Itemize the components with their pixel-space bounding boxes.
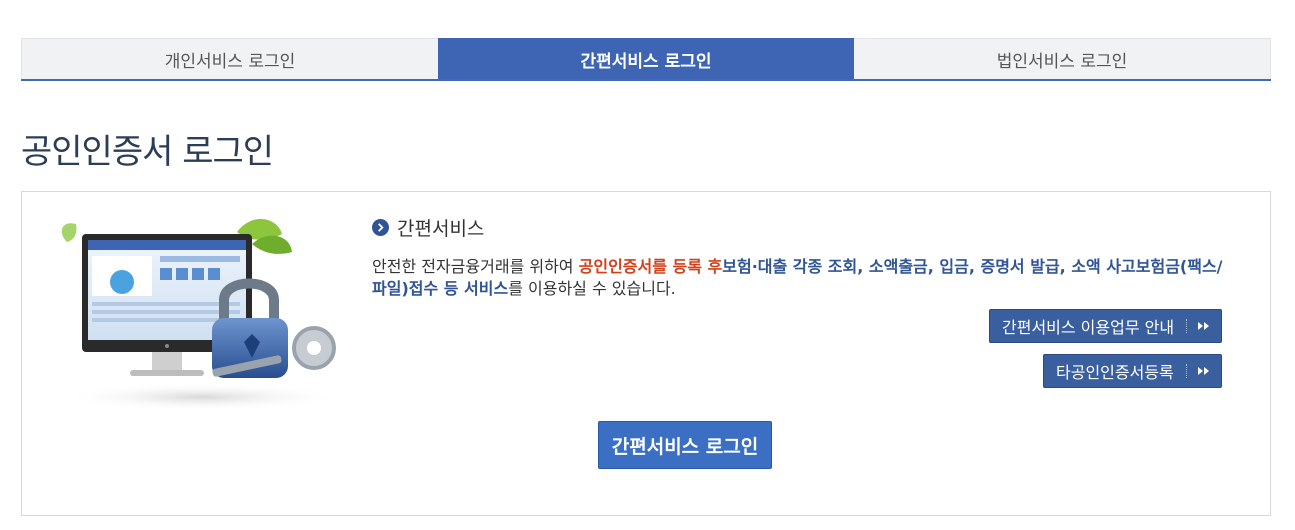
- service-guide-button[interactable]: 간편서비스 이용업무 안내: [989, 309, 1223, 343]
- login-panel: 간편서비스 안전한 전자금융거래를 위하여 공인인증서를 등록 후보험·대출 각…: [21, 191, 1271, 516]
- service-description: 안전한 전자금융거래를 위하여 공인인증서를 등록 후보험·대출 각종 조회, …: [372, 256, 1232, 300]
- chevron-circle-right-icon: [372, 219, 389, 236]
- padlock-monitor-illustration: [61, 219, 342, 411]
- page-title: 공인인증서 로그인: [21, 132, 274, 172]
- register-certificate-label: 타공인인증서등록: [1056, 363, 1174, 382]
- section-title: 간편서비스: [397, 218, 485, 240]
- double-arrow-right-icon: [1198, 322, 1210, 330]
- desc-text: 안전한 전자금융거래를 위하여: [372, 257, 579, 276]
- tab-personal-login[interactable]: 개인서비스 로그인: [21, 38, 438, 79]
- button-divider: [1186, 319, 1188, 333]
- service-guide-label: 간편서비스 이용업무 안내: [1002, 318, 1175, 337]
- tab-corporate-login[interactable]: 법인서비스 로그인: [854, 38, 1271, 79]
- double-arrow-right-icon: [1197, 367, 1209, 375]
- desc-highlight-red: 공인인증서를 등록 후: [578, 257, 723, 276]
- simple-login-button[interactable]: 간편서비스 로그인: [598, 421, 772, 469]
- login-type-tabs: 개인서비스 로그인 간편서비스 로그인 법인서비스 로그인: [21, 38, 1271, 81]
- tab-simple-login[interactable]: 간편서비스 로그인: [438, 38, 854, 79]
- register-certificate-button[interactable]: 타공인인증서등록: [1043, 354, 1222, 388]
- desc-text-end: 를 이용하실 수 있습니다.: [508, 279, 676, 298]
- button-divider: [1185, 364, 1188, 378]
- section-heading: 간편서비스: [372, 214, 484, 241]
